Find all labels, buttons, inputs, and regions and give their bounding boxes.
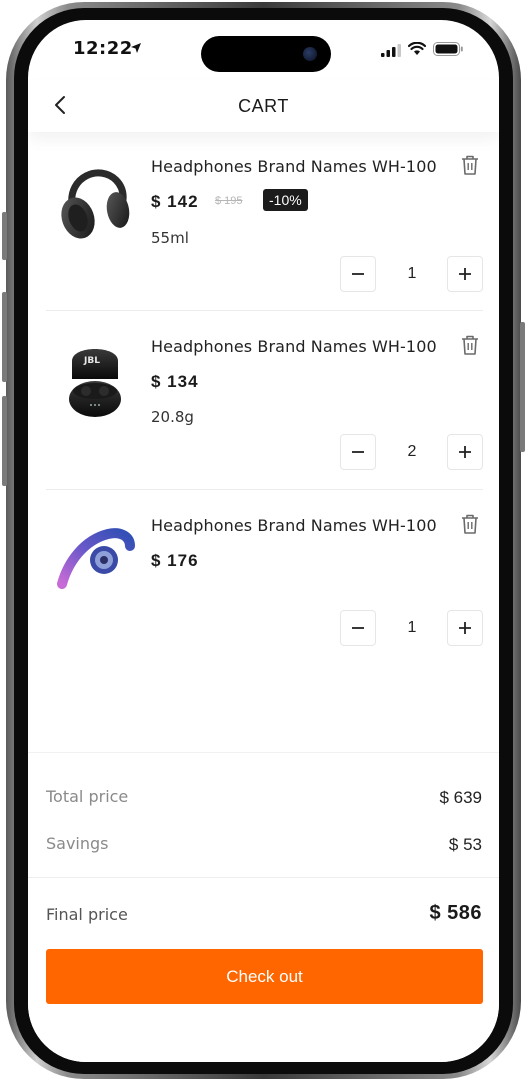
quantity-value: 1 (407, 619, 417, 636)
item-name[interactable]: Headphones Brand Names WH-100 (151, 516, 437, 535)
item-price: $ 134 (151, 372, 199, 391)
item-price: $ 142 (151, 192, 199, 211)
increase-quantity-button[interactable] (447, 434, 483, 470)
cart-item: Headphones Brand Names WH-100 $ 176 1 (28, 490, 499, 668)
minus-icon (352, 273, 364, 275)
wifi-icon (408, 42, 426, 55)
item-name[interactable]: Headphones Brand Names WH-100 (151, 157, 437, 176)
increase-quantity-button[interactable] (447, 256, 483, 292)
savings-label: Savings (46, 834, 109, 853)
volume-up-button (2, 292, 7, 382)
cart-list: Headphones Brand Names WH-100 $ 142 $ 19… (28, 132, 499, 752)
over-ear-headphones-icon (61, 169, 130, 239)
trash-icon[interactable] (460, 334, 480, 356)
decrease-quantity-button[interactable] (340, 434, 376, 470)
order-summary: Total price $ 639 Savings $ 53 Final pri… (28, 752, 499, 1062)
quantity-value: 2 (407, 443, 417, 460)
cart-item: JBL Headphones Brand Names WH-100 $ 134 … (28, 311, 499, 490)
plus-icon (459, 622, 471, 634)
mute-switch (2, 212, 7, 260)
status-bar: 12:22 (28, 20, 499, 80)
cellular-signal-icon (381, 44, 401, 57)
total-price-value: $ 639 (439, 788, 482, 807)
location-arrow-icon (131, 43, 141, 53)
camera-icon (303, 47, 317, 61)
item-old-price: $ 195 (215, 195, 243, 207)
dynamic-island (201, 36, 331, 72)
item-variant: 55ml (151, 229, 189, 247)
trash-icon[interactable] (460, 513, 480, 535)
status-time: 12:22 (73, 38, 133, 59)
decrease-quantity-button[interactable] (340, 256, 376, 292)
power-button (520, 322, 525, 452)
item-name[interactable]: Headphones Brand Names WH-100 (151, 337, 437, 356)
svg-text:JBL: JBL (83, 356, 100, 366)
final-price-label: Final price (46, 905, 128, 924)
page-title: CART (238, 96, 289, 116)
trash-icon[interactable] (460, 154, 480, 176)
discount-badge: -10% (263, 189, 308, 211)
plus-icon (459, 268, 471, 280)
total-price-label: Total price (46, 787, 129, 806)
battery-icon (433, 42, 463, 56)
summary-divider (28, 877, 499, 878)
decrease-quantity-button[interactable] (340, 610, 376, 646)
cart-item: Headphones Brand Names WH-100 $ 142 $ 19… (28, 132, 499, 311)
ear-hook-headphone-icon (57, 528, 135, 589)
savings-value: $ 53 (448, 835, 482, 854)
app-screen: 12:22 CART Headphones Brand Names WH-100… (28, 20, 499, 1062)
increase-quantity-button[interactable] (447, 610, 483, 646)
item-price: $ 176 (151, 551, 199, 570)
checkout-button[interactable]: Check out (46, 949, 483, 1004)
minus-icon (352, 451, 364, 453)
plus-icon (459, 446, 471, 458)
quantity-value: 1 (407, 265, 417, 282)
volume-down-button (2, 396, 7, 486)
app-header: CART (28, 80, 499, 132)
minus-icon (352, 627, 364, 629)
item-variant: 20.8g (151, 408, 194, 426)
final-price-value: $ 586 (429, 902, 482, 924)
earbuds-case-icon: JBL (69, 349, 121, 417)
